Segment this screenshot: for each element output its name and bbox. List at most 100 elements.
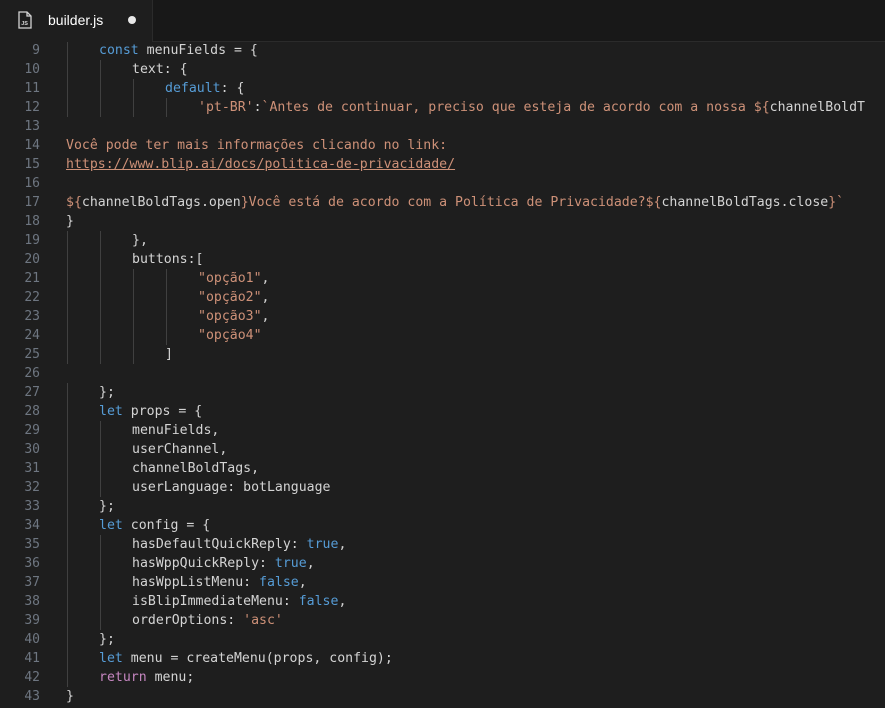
indent-guide [67,42,68,60]
line-number: 25 [24,347,40,362]
indent-guide [67,649,68,668]
code-token: text: { [132,62,188,77]
code-token: false [259,575,299,590]
indent-guide [166,307,167,326]
code-line: let props = { [99,402,202,421]
line-number: 27 [24,385,40,400]
indent-guide [67,250,68,269]
indent-guide [166,288,167,307]
code-line: const menuFields = { [99,42,258,60]
indent-guide [100,250,101,269]
indent-guide [67,402,68,421]
indent-guide [67,288,68,307]
code-token: let [99,651,123,666]
code-token: Você pode ter mais informações clicando … [66,138,448,153]
tab-builder-js[interactable]: JS builder.js [0,0,153,42]
code-token: orderOptions: [132,613,244,628]
code-token: , [338,594,347,609]
indent-guide [67,79,68,98]
code-token: : [253,100,262,115]
indent-guide [133,79,134,98]
indent-guide [166,98,167,117]
code-line: https://www.blip.ai/docs/politica-de-pri… [66,155,455,174]
indent-guide [67,592,68,611]
code-token: }, [132,233,148,248]
js-file-icon: JS [18,11,32,29]
code-token: true [306,537,339,552]
indent-guide [133,307,134,326]
code-line: "opção1", [198,269,269,288]
code-line: }; [99,630,115,649]
indent-guide [100,554,101,573]
code-line: return menu; [99,668,194,687]
line-number: 35 [24,537,40,552]
code-token: , [261,290,270,305]
line-number: 34 [24,518,40,533]
code-token: , [338,537,347,552]
code-token: let [99,404,123,419]
code-line: }; [99,383,115,402]
indent-guide [100,326,101,345]
indent-guide [133,288,134,307]
indent-guide [100,573,101,592]
code-token: props = { [122,404,203,419]
code-token: ${ [66,195,82,210]
indent-guide [133,98,134,117]
line-number: 10 [24,62,40,77]
code-token: "opção2" [198,290,262,305]
code-line: "opção3", [198,307,269,326]
indent-guide [67,573,68,592]
code-token: , [261,271,270,286]
code-line: }; [99,497,115,516]
indent-guide [67,98,68,117]
line-number: 29 [24,423,40,438]
indent-guide [100,288,101,307]
line-number: 17 [24,195,40,210]
line-number: 30 [24,442,40,457]
indent-guide [67,440,68,459]
indent-guide [67,326,68,345]
line-number: 42 [24,670,40,685]
line-number: 38 [24,594,40,609]
indent-guide [67,611,68,630]
code-token: let [99,518,123,533]
code-token: } [66,214,74,229]
code-token: https://www.blip.ai/docs/politica-de-pri… [66,157,456,172]
line-number: 14 [24,138,40,153]
code-token: }Você está de acordo com a Política de P… [240,195,662,210]
code-line: "opção2", [198,288,269,307]
code-line: hasWppQuickReply: true, [132,554,315,573]
indent-guide [67,345,68,364]
code-token: "opção3" [198,309,262,324]
code-line: let config = { [99,516,210,535]
unsaved-changes-dot[interactable] [128,16,136,24]
line-number: 40 [24,632,40,647]
line-number: 37 [24,575,40,590]
code-token: channelBoldTags.open [81,195,241,210]
code-line: Você pode ter mais informações clicando … [66,136,447,155]
code-editor[interactable]: 9 10 11 12 13 14 15 16 17 18 19 20 21 22 23 24 25 26 27 28 2… [0,42,885,708]
line-number: 24 [24,328,40,343]
line-number: 18 [24,214,40,229]
line-number: 11 [24,81,40,96]
line-number: 21 [24,271,40,286]
code-token: }` [828,195,845,210]
code-token: config = { [122,518,211,533]
code-token: return [99,670,147,685]
line-number: 12 [24,100,40,115]
code-token: } [66,689,74,704]
indent-guide [67,421,68,440]
code-line: default: { [165,79,244,98]
indent-guide [100,60,101,79]
line-number: 31 [24,461,40,476]
indent-guide [100,478,101,497]
indent-guide [166,269,167,288]
code-token: ] [165,347,173,362]
code-token: default [165,81,221,96]
code-token: menuFields = { [138,43,258,58]
code-line: text: { [132,60,188,79]
code-line: "opção4" [198,326,262,345]
code-token: isBlipImmediateMenu: [132,594,299,609]
code-token: , [306,556,315,571]
indent-guide [100,459,101,478]
